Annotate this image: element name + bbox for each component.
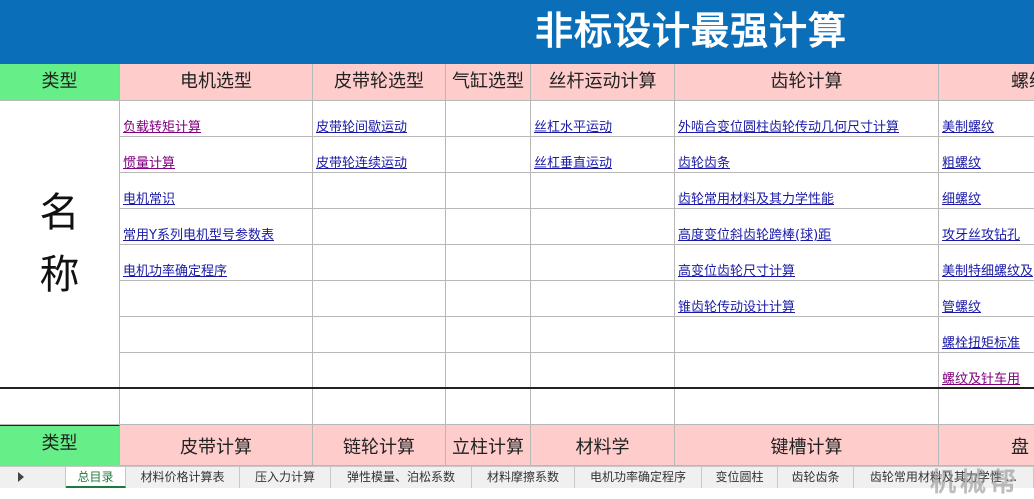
link-gear-geometry[interactable]: 外啮合变位圆柱齿轮传动几何尺寸计算	[675, 110, 899, 146]
link-pipe-thread[interactable]: 管螺纹	[939, 290, 981, 326]
title-banner: 非标设计最强计算	[0, 0, 1034, 64]
link-y-series-motors[interactable]: 常用Y系列电机型号参数表	[120, 218, 274, 254]
link-belt-continuous[interactable]: 皮带轮连续运动	[313, 146, 407, 182]
grid-line	[445, 389, 446, 424]
header-gear-calculation[interactable]: 齿轮计算	[675, 64, 939, 101]
link-tap-drill[interactable]: 攻牙丝攻钻孔	[939, 218, 1020, 254]
tab-elastic-modulus[interactable]: 弹性模量、泊松系数	[331, 467, 472, 488]
link-screw-vertical[interactable]: 丝杠垂直运动	[531, 146, 612, 182]
header-column-calc[interactable]: 立柱计算	[446, 425, 531, 466]
header-pulley-selection[interactable]: 皮带轮选型	[313, 64, 446, 101]
header-thread[interactable]: 螺纹	[939, 64, 1034, 101]
grid-line	[120, 316, 1034, 317]
grid-line	[938, 389, 939, 424]
grid-line	[120, 208, 1034, 209]
watermark: 机械帮	[930, 468, 1021, 498]
banner-title: 非标设计最强计算	[535, 9, 848, 53]
triangle-right-icon	[18, 472, 24, 482]
link-belt-intermittent[interactable]: 皮带轮间歇运动	[313, 110, 407, 146]
header-screw-motion[interactable]: 丝杆运动计算	[531, 64, 675, 101]
header-materials[interactable]: 材料学	[531, 425, 675, 466]
header-keyway-calc[interactable]: 键槽计算	[675, 425, 939, 466]
header-cylinder-selection[interactable]: 气缸选型	[446, 64, 531, 101]
name-label-cell[interactable]: 名 称	[0, 101, 120, 388]
section-separator	[0, 387, 1034, 389]
tab-index[interactable]: 总目录	[66, 467, 126, 488]
link-gear-materials[interactable]: 齿轮常用材料及其力学性能	[675, 182, 834, 218]
name-char-2: 称	[39, 252, 80, 298]
link-fine-thread[interactable]: 细螺纹	[939, 182, 981, 218]
link-motor-basics[interactable]: 电机常识	[120, 182, 175, 218]
link-rack-pinion[interactable]: 齿轮齿条	[675, 146, 730, 182]
type-label-cell[interactable]: 类型	[0, 64, 120, 101]
tab-material-price[interactable]: 材料价格计算表	[126, 467, 240, 488]
grid-line	[530, 389, 531, 424]
tab-friction[interactable]: 材料摩擦系数	[472, 467, 575, 488]
header-motor-selection[interactable]: 电机选型	[120, 64, 313, 101]
link-load-torque[interactable]: 负载转矩计算	[120, 110, 201, 146]
link-us-extra-fine-thread[interactable]: 美制特细螺纹及	[939, 254, 1033, 290]
header-belt-calc[interactable]: 皮带计算	[120, 425, 313, 466]
tab-shifted-cylinder[interactable]: 变位圆柱	[702, 467, 778, 488]
sheet-tab-bar: 总目录 材料价格计算表 压入力计算 弹性模量、泊松系数 材料摩擦系数 电机功率确…	[0, 466, 1034, 488]
type-label-cell-2[interactable]: 类型	[0, 425, 120, 466]
tab-press-force[interactable]: 压入力计算	[240, 467, 331, 488]
tab-scroll-button[interactable]	[0, 467, 66, 488]
grid-line	[119, 389, 120, 424]
header-disc[interactable]: 盘	[939, 425, 1034, 466]
link-sewing-thread[interactable]: 螺纹及针车用	[939, 362, 1020, 398]
link-bevel-gear[interactable]: 锥齿轮传动设计计算	[675, 290, 795, 326]
link-helical-gear-span[interactable]: 高度变位斜齿轮跨棒(球)距	[675, 218, 831, 254]
grid-line	[312, 389, 313, 424]
link-us-thread[interactable]: 美制螺纹	[939, 110, 994, 146]
grid-line	[674, 389, 675, 424]
link-motor-power[interactable]: 电机功率确定程序	[120, 254, 227, 290]
header-sprocket-calc[interactable]: 链轮计算	[313, 425, 446, 466]
link-screw-horizontal[interactable]: 丝杠水平运动	[531, 110, 612, 146]
spreadsheet-grid[interactable]: 类型 电机选型 皮带轮选型 气缸选型 丝杆运动计算 齿轮计算 螺纹 名 称 负载…	[0, 64, 1034, 466]
grid-line	[445, 101, 446, 388]
tab-rack-pinion[interactable]: 齿轮齿条	[778, 467, 854, 488]
tab-motor-power[interactable]: 电机功率确定程序	[575, 467, 702, 488]
link-high-shift-gear[interactable]: 高变位齿轮尺寸计算	[675, 254, 795, 290]
grid-line	[120, 352, 1034, 353]
link-coarse-thread[interactable]: 粗螺纹	[939, 146, 981, 182]
link-inertia[interactable]: 惯量计算	[120, 146, 175, 182]
name-char-1: 名	[39, 190, 80, 236]
grid-line	[120, 280, 1034, 281]
link-bolt-torque[interactable]: 螺栓扭矩标准	[939, 326, 1020, 362]
